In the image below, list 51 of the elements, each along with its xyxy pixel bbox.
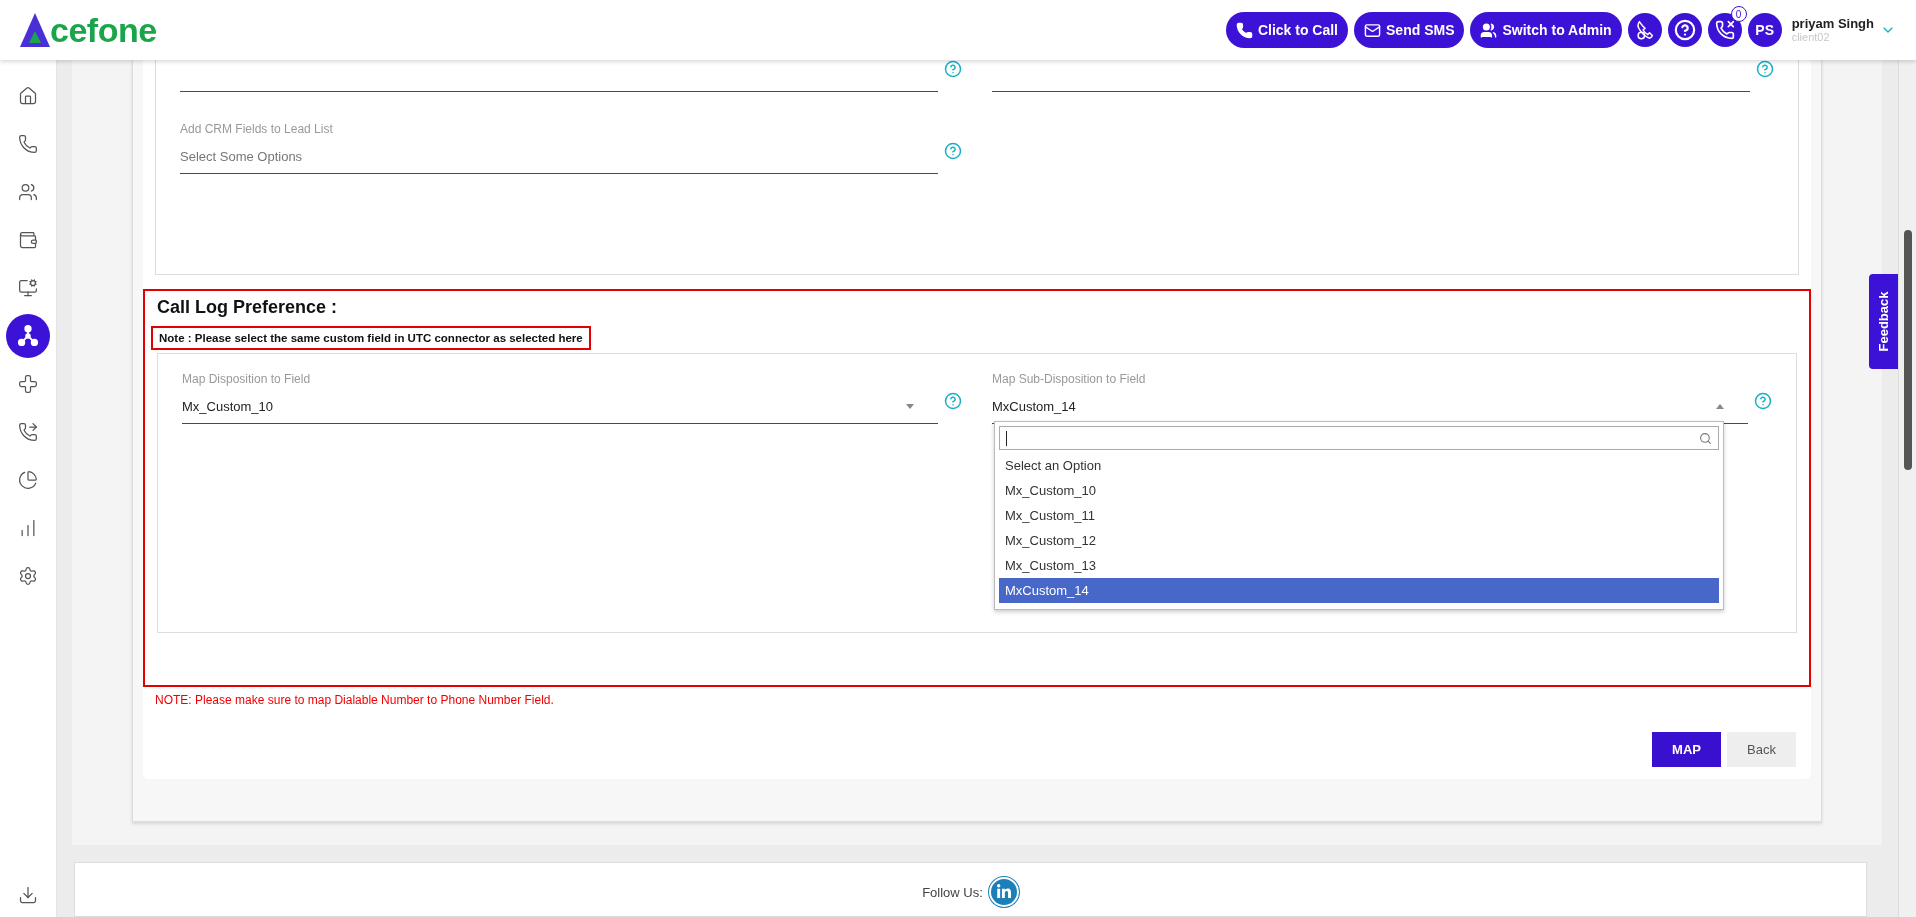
wallet-icon (18, 230, 38, 250)
header-button[interactable]: Click to Call (1225, 12, 1348, 48)
note-text: Note : Please select the same custom field in UTC connector as selected here (151, 326, 591, 350)
phone-forward-icon (18, 422, 38, 442)
help-icon[interactable] (1756, 60, 1774, 78)
header-button[interactable]: Send SMS (1354, 12, 1465, 48)
help-icon[interactable] (944, 142, 962, 160)
select-field[interactable]: Mx_Custom_10 (182, 396, 938, 424)
linkedin-icon[interactable] (988, 877, 1019, 907)
download-icon[interactable] (18, 885, 38, 905)
follow-label: Follow Us: (922, 885, 983, 902)
section-title: Call Log Preference : (157, 297, 339, 318)
sidebar-item[interactable] (6, 314, 50, 358)
monitor-gear-icon (18, 278, 38, 298)
caret-icon (1716, 404, 1724, 409)
map-button[interactable]: MAP (1652, 732, 1721, 767)
scrollbar[interactable] (1898, 60, 1916, 917)
help-icon[interactable] (1754, 392, 1772, 410)
logo-text: cefone (50, 13, 157, 47)
phone-settings-button[interactable] (1627, 13, 1662, 47)
mail-icon (1364, 21, 1381, 39)
caret-icon (906, 404, 914, 409)
home-icon (18, 86, 38, 106)
dropdown-option[interactable]: MxCustom_14 (999, 578, 1719, 603)
field-label: Map Disposition to Field (182, 372, 312, 386)
phone-missed-icon (1714, 20, 1735, 40)
help-icon (1673, 19, 1696, 41)
field-label: Map Sub-Disposition to Field (992, 372, 1147, 386)
search-field[interactable] (999, 426, 1719, 450)
avatar[interactable]: PS (1747, 13, 1782, 47)
user-name: priyam Singh (1791, 16, 1874, 32)
cross-icon (18, 374, 38, 394)
search-icon (1699, 431, 1712, 445)
phone-icon (1235, 21, 1253, 39)
phone-icon (18, 134, 38, 154)
field-label: Add CRM Fields to Lead List (180, 122, 334, 136)
count-badge: 0 (1730, 6, 1747, 22)
pie-chart-icon (18, 470, 38, 490)
help-button[interactable] (1667, 13, 1702, 47)
feedback-tab[interactable]: Feedback (1869, 274, 1898, 369)
help-icon[interactable] (944, 392, 962, 410)
header-button[interactable]: Switch to Admin (1470, 12, 1622, 48)
users-icon (1480, 21, 1498, 39)
hub-icon (17, 325, 39, 347)
select-field[interactable]: Select Some Options (180, 146, 938, 174)
warning-text: NOTE: Please make sure to map Dialable Number to Phone Number Field. (155, 693, 555, 707)
users-icon (18, 182, 38, 202)
settings-icon (18, 566, 38, 586)
help-icon[interactable] (944, 60, 962, 78)
back-button[interactable]: Back (1727, 732, 1796, 767)
logo-icon (20, 13, 50, 47)
